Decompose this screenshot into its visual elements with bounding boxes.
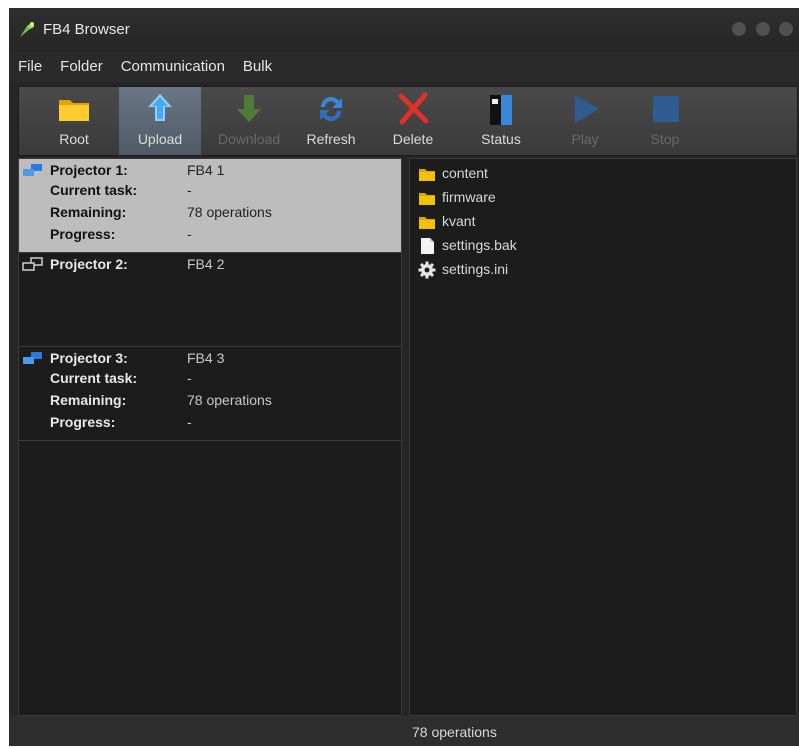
status-button[interactable]: Status xyxy=(465,87,537,155)
folder-icon xyxy=(59,100,89,121)
stop-icon xyxy=(653,96,679,122)
title-bar: FB4 Browser xyxy=(9,8,799,52)
menu-bar: File Folder Communication Bulk xyxy=(9,52,799,82)
remaining-value: 78 operations xyxy=(187,204,272,220)
stop-label: Stop xyxy=(650,131,680,147)
root-label: Root xyxy=(59,131,89,147)
delete-button[interactable]: Delete xyxy=(381,87,445,155)
maximize-button[interactable] xyxy=(755,22,770,36)
window-title: FB4 Browser xyxy=(43,21,130,38)
current-task-label: Current task: xyxy=(50,182,138,198)
current-task-value: - xyxy=(187,182,192,198)
upload-arrow-icon xyxy=(148,94,172,121)
play-button[interactable]: Play xyxy=(555,87,615,155)
projector-connected-icon xyxy=(23,352,42,364)
projector-item-3[interactable]: Projector 3: FB4 3 Current task: - Remaini… xyxy=(19,347,401,441)
file-item-firmware[interactable]: firmware xyxy=(418,187,778,209)
play-icon xyxy=(575,95,599,123)
delete-label: Delete xyxy=(392,131,434,147)
projector-item-2[interactable]: Projector 2: FB4 2 xyxy=(19,253,401,347)
status-label: Status xyxy=(481,131,521,147)
file-name: kvant xyxy=(442,213,476,229)
file-name: content xyxy=(442,165,488,181)
progress-label: Progress: xyxy=(50,414,116,430)
status-text: 78 operations xyxy=(412,724,497,740)
download-button[interactable]: Download xyxy=(205,87,293,155)
file-item-settings-bak[interactable]: settings.bak xyxy=(418,235,778,257)
projector-label: Projector 2: xyxy=(50,256,128,272)
file-name: firmware xyxy=(442,189,496,205)
file-item-kvant[interactable]: kvant xyxy=(418,211,778,233)
folder-icon xyxy=(419,193,435,205)
status-bar: 78 operations xyxy=(9,716,799,746)
close-button[interactable] xyxy=(779,22,793,36)
menu-bulk[interactable]: Bulk xyxy=(234,52,281,82)
status-panel-icon xyxy=(490,95,512,125)
current-task-label: Current task: xyxy=(50,370,138,386)
remaining-value: 78 operations xyxy=(187,392,272,408)
remaining-label: Remaining: xyxy=(50,392,127,408)
projector-name: FB4 1 xyxy=(187,162,225,178)
download-arrow-icon xyxy=(237,95,261,122)
refresh-button[interactable]: Refresh xyxy=(295,87,367,155)
projector-label: Projector 3: xyxy=(50,350,128,366)
projector-name: FB4 2 xyxy=(187,256,225,272)
projector-connected-icon xyxy=(23,164,42,176)
current-task-value: - xyxy=(187,370,192,386)
file-icon xyxy=(421,238,434,254)
file-name: settings.ini xyxy=(442,261,509,277)
app-window: FB4 Browser File Folder Communication Bulk … xyxy=(9,8,799,746)
file-name: settings.bak xyxy=(442,237,517,253)
toolbar: Root Upload Download Refresh Delete Stat… xyxy=(18,86,798,156)
menu-folder[interactable]: Folder xyxy=(51,52,112,82)
app-logo-icon xyxy=(20,22,34,37)
delete-x-icon xyxy=(398,92,429,125)
stop-button[interactable]: Stop xyxy=(635,87,695,155)
file-item-settings-ini[interactable]: settings.ini xyxy=(418,259,778,281)
upload-label: Upload xyxy=(137,131,183,147)
gear-icon xyxy=(418,261,436,279)
projector-item-1[interactable]: Projector 1: FB4 1 Current task: - Remaini… xyxy=(19,159,401,253)
file-list: content firmware kvant settings.bak sett… xyxy=(409,158,797,716)
menu-communication[interactable]: Communication xyxy=(112,52,234,82)
root-button[interactable]: Root xyxy=(39,87,109,155)
minimize-button[interactable] xyxy=(732,22,747,36)
projector-disconnected-icon xyxy=(22,257,43,271)
file-item-content[interactable]: content xyxy=(418,163,778,185)
projector-name: FB4 3 xyxy=(187,350,225,366)
menu-file[interactable]: File xyxy=(9,52,51,82)
window-controls xyxy=(727,22,793,41)
progress-value: - xyxy=(187,414,192,430)
refresh-label: Refresh xyxy=(306,131,356,147)
upload-button[interactable]: Upload xyxy=(119,87,201,155)
progress-value: - xyxy=(187,226,192,242)
play-label: Play xyxy=(571,131,599,147)
refresh-icon xyxy=(320,96,342,121)
remaining-label: Remaining: xyxy=(50,204,127,220)
projector-list: Projector 1: FB4 1 Current task: - Remaini… xyxy=(18,158,402,716)
download-label: Download xyxy=(217,131,281,147)
folder-icon xyxy=(419,217,435,229)
folder-icon xyxy=(419,169,435,181)
projector-label: Projector 1: xyxy=(50,162,128,178)
progress-label: Progress: xyxy=(50,226,116,242)
